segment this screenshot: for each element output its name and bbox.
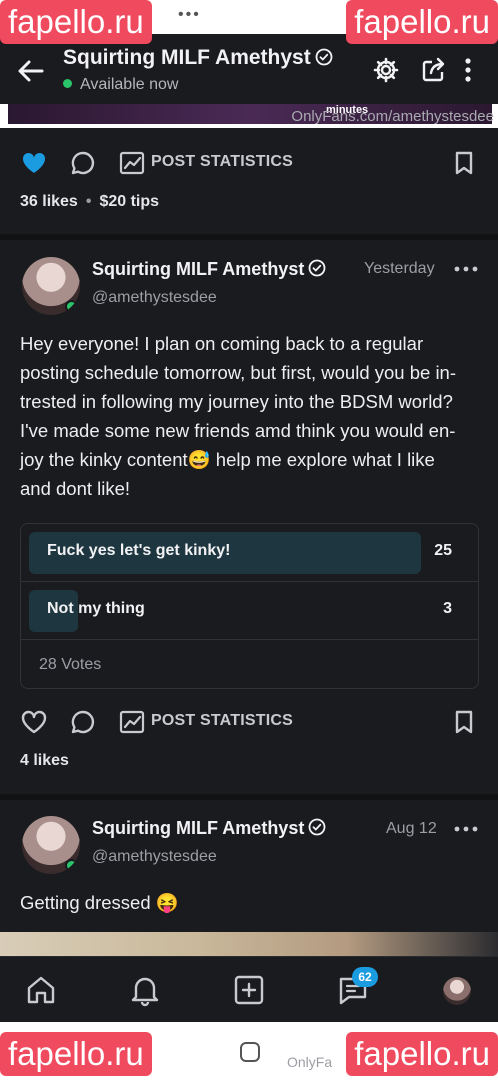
online-indicator xyxy=(65,859,78,872)
add-square-icon xyxy=(234,975,264,1005)
post-author-name: Squirting MILF Amethyst xyxy=(92,259,305,279)
more-horizontal-icon xyxy=(454,826,478,832)
meta-separator: • xyxy=(85,193,92,210)
stats-chart-icon xyxy=(119,151,145,175)
post-line: posting schedule tomorrow, but first, wo… xyxy=(20,362,457,383)
post-more-button[interactable] xyxy=(454,265,478,273)
post-statistics-label[interactable]: POST STATISTICS xyxy=(151,712,293,730)
like-button[interactable] xyxy=(20,149,48,177)
post-author-handle[interactable]: @amethystesdee xyxy=(92,289,217,307)
previous-post-actions: POST STATISTICS xyxy=(0,143,498,183)
nav-new-post[interactable] xyxy=(232,973,266,1007)
post-meta: 4 likes xyxy=(20,752,69,770)
page-title[interactable]: Squirting MILF Amethyst xyxy=(63,46,333,70)
bookmark-icon xyxy=(455,710,473,734)
post-actions: POST STATISTICS xyxy=(0,702,498,742)
profile-header: Squirting MILF Amethyst Available now xyxy=(0,34,498,104)
messages-badge: 62 xyxy=(352,967,378,987)
back-button[interactable] xyxy=(14,54,48,88)
previous-post-meta: 36 likes • $20 tips xyxy=(20,193,159,211)
post-author[interactable]: Squirting MILF Amethyst xyxy=(92,259,326,280)
system-home-button[interactable] xyxy=(240,1042,260,1062)
online-indicator xyxy=(65,300,78,313)
watermark: fapello.ru xyxy=(0,0,152,44)
tips-amount: $20 tips xyxy=(99,193,160,210)
poll: Fuck yes let's get kinky! 25 Not my thin… xyxy=(20,523,479,689)
availability-status: Available now xyxy=(63,76,178,94)
post-line: trested in following my journey into the… xyxy=(20,391,453,412)
post-media-image[interactable] xyxy=(0,932,498,956)
status-dots: ••• xyxy=(178,6,201,23)
bookmark-button[interactable] xyxy=(450,708,478,736)
bookmark-button[interactable] xyxy=(450,149,478,177)
more-vertical-icon xyxy=(465,58,471,82)
author-avatar[interactable] xyxy=(22,816,80,874)
post-line: I've made some new friends amd think you… xyxy=(20,420,456,441)
post-body: Hey everyone! I plan on coming back to a… xyxy=(20,329,480,503)
post-body: Getting dressed 😝 xyxy=(20,888,480,917)
poll-option[interactable]: Fuck yes let's get kinky! 25 xyxy=(21,524,478,582)
system-bar-watermark: OnlyFa xyxy=(287,1054,333,1070)
post-author-handle[interactable]: @amethystesdee xyxy=(92,848,217,866)
post-line: joy the kinky content😅 help me explore w… xyxy=(20,449,435,470)
more-horizontal-icon xyxy=(454,266,478,272)
share-button[interactable] xyxy=(420,56,448,84)
comment-icon xyxy=(71,151,95,175)
watermark: fapello.ru xyxy=(346,1032,498,1076)
verified-icon xyxy=(308,818,326,836)
more-options-button[interactable] xyxy=(458,56,478,84)
poll-option-label: Fuck yes let's get kinky! xyxy=(47,542,231,559)
previous-post-media[interactable]: minutes OnlyFans.com/amethystesdee xyxy=(0,104,498,128)
poll-option-votes: 3 xyxy=(443,600,452,617)
gear-icon xyxy=(373,57,399,83)
poll-option[interactable]: Not my thing 3 xyxy=(21,582,478,640)
online-dot xyxy=(63,79,72,88)
post-line: and dont like! xyxy=(20,478,131,499)
share-icon xyxy=(422,57,445,82)
watermark: fapello.ru xyxy=(346,0,498,44)
post-line: Hey everyone! I plan on coming back to a… xyxy=(20,333,424,354)
post-divider xyxy=(0,794,498,800)
post-timestamp: Aug 12 xyxy=(386,820,437,837)
author-avatar[interactable] xyxy=(22,257,80,315)
heart-filled-icon xyxy=(22,152,46,173)
nav-profile-avatar[interactable] xyxy=(443,977,471,1005)
post-divider xyxy=(0,234,498,240)
poll-option-label: Not my thing xyxy=(47,600,145,617)
post-author-name: Squirting MILF Amethyst xyxy=(92,818,305,838)
post-line: Getting dressed 😝 xyxy=(20,892,179,913)
availability-text: Available now xyxy=(80,76,179,93)
comment-button[interactable] xyxy=(69,149,97,177)
comment-button[interactable] xyxy=(69,708,97,736)
heart-outline-icon xyxy=(21,710,47,734)
home-icon xyxy=(27,976,55,1004)
post-statistics-button[interactable] xyxy=(118,708,146,736)
verified-icon xyxy=(308,259,326,277)
post-statistics-label[interactable]: POST STATISTICS xyxy=(151,153,293,171)
poll-option-votes: 25 xyxy=(434,542,452,559)
poll-total-votes: 28 Votes xyxy=(39,656,102,673)
settings-button[interactable] xyxy=(372,56,400,84)
verified-icon xyxy=(315,48,333,66)
nav-home[interactable] xyxy=(24,973,58,1007)
stats-chart-icon xyxy=(119,710,145,734)
arrow-left-icon xyxy=(18,60,44,82)
nav-notifications[interactable] xyxy=(128,973,162,1007)
bookmark-icon xyxy=(455,151,473,175)
likes-count[interactable]: 4 likes xyxy=(20,752,69,769)
media-watermark-url: OnlyFans.com/amethystesdee xyxy=(291,108,494,125)
post-statistics-button[interactable] xyxy=(118,149,146,177)
bell-icon xyxy=(131,977,159,1007)
post-more-button[interactable] xyxy=(454,825,478,833)
post-author[interactable]: Squirting MILF Amethyst xyxy=(92,818,326,839)
comment-icon xyxy=(71,710,95,734)
bottom-navigation: 62 xyxy=(0,956,498,1022)
likes-count[interactable]: 36 likes xyxy=(20,193,78,210)
post-timestamp: Yesterday xyxy=(364,260,435,277)
like-button[interactable] xyxy=(20,708,48,736)
page-title-text: Squirting MILF Amethyst xyxy=(63,46,311,69)
watermark: fapello.ru xyxy=(0,1032,152,1076)
